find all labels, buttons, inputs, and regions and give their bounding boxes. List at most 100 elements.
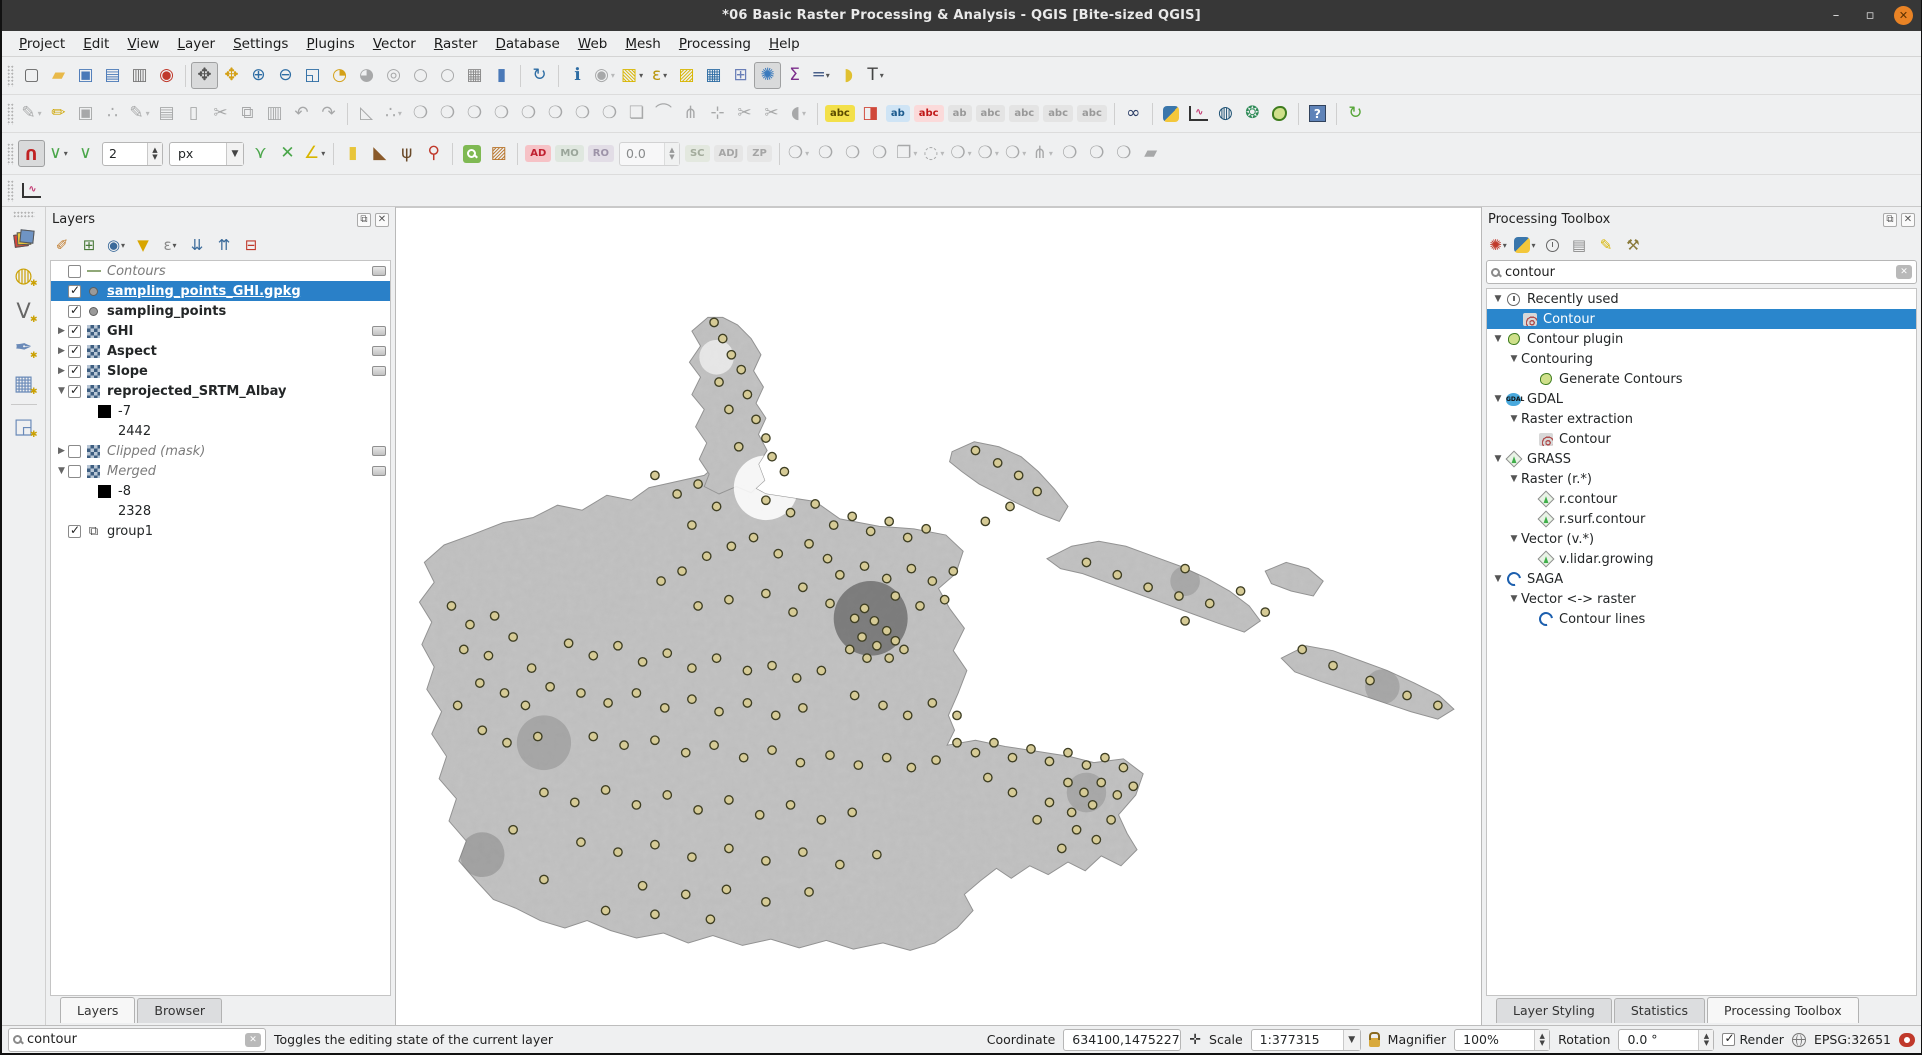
zoom-out-button[interactable]: ⊖	[272, 62, 299, 89]
menu-layer[interactable]: Layer	[168, 33, 224, 55]
new-mesh-layer-button[interactable]: ▦✱	[9, 368, 39, 398]
coordinate-capture-icon[interactable]: ✛	[1189, 1032, 1201, 1048]
layer-aspect[interactable]: ▶Aspect	[51, 341, 390, 361]
edit-features-in-place-button[interactable]: ✎	[1594, 233, 1618, 257]
crs-status[interactable]: EPSG:32651	[1814, 1032, 1891, 1047]
dropdown-arrow-icon[interactable]: ▾	[802, 109, 806, 118]
menu-plugins[interactable]: Plugins	[297, 33, 363, 55]
spin-arrows-icon[interactable]: ▲▼	[147, 143, 162, 165]
layout-manager-button[interactable]: ▥	[126, 62, 153, 89]
map-tips-button[interactable]: ◗	[835, 62, 862, 89]
dropdown-arrow-icon[interactable]: ▾	[173, 241, 177, 250]
new-temporary-scratch-layer-button[interactable]: ✒✱	[9, 332, 39, 362]
statistical-summary-button[interactable]: Σ	[781, 62, 808, 89]
legend-srtm-min[interactable]: -7	[51, 401, 390, 421]
tab-processing-toolbox[interactable]: Processing Toolbox	[1707, 997, 1859, 1023]
toolbox-search-input[interactable]	[1505, 265, 1891, 280]
osm-edit-button[interactable]: ▨	[485, 140, 512, 167]
messages-icon[interactable]	[1899, 1033, 1915, 1047]
rotation-spin[interactable]: 0.0 ° ▲▼	[1618, 1029, 1714, 1051]
dropdown-arrow-icon[interactable]: ▾	[321, 149, 325, 158]
menu-edit[interactable]: Edit	[74, 33, 118, 55]
dropdown-arrow-icon[interactable]: ▾	[1022, 149, 1026, 158]
profile-tool-button[interactable]: ∿	[1185, 100, 1212, 127]
select-features-button[interactable]: ▧▾	[618, 62, 646, 89]
models-menu-button[interactable]: ✺▾	[1486, 233, 1510, 257]
layer-visibility-checkbox[interactable]	[68, 525, 81, 538]
expander-icon[interactable]: ▶	[55, 326, 68, 336]
legend-merged-max[interactable]: 2328	[51, 501, 390, 521]
zoom-last-button[interactable]: ◔	[326, 62, 353, 89]
chevron-down-icon[interactable]: ▼	[226, 143, 243, 165]
lock-scale-icon[interactable]	[1369, 1038, 1380, 1047]
alg-v-lidar-growing[interactable]: v.lidar.growing	[1487, 549, 1916, 569]
menu-project[interactable]: Project	[10, 33, 74, 55]
dropdown-arrow-icon[interactable]: ▾	[1503, 241, 1507, 250]
statistics-abacus-button[interactable]: ⊞	[727, 62, 754, 89]
layer-indicator-icon[interactable]	[372, 366, 386, 376]
new-project-button[interactable]: ▢	[18, 62, 45, 89]
dropdown-arrow-icon[interactable]: ▾	[940, 149, 944, 158]
spin-arrows-icon[interactable]: ▲▼	[664, 143, 679, 165]
group-recently-used[interactable]: ▼Recently used	[1487, 289, 1916, 309]
menu-view[interactable]: View	[118, 33, 168, 55]
toolbar-grip[interactable]	[7, 180, 14, 202]
pin-labels-icon[interactable]: ab	[886, 105, 910, 122]
legend-srtm-max[interactable]: 2442	[51, 421, 390, 441]
open-attribute-table-button[interactable]: ▦	[700, 62, 727, 89]
map-canvas[interactable]	[396, 207, 1481, 1025]
clear-locator-icon[interactable]: ✕	[245, 1033, 261, 1047]
dropdown-arrow-icon[interactable]: ▾	[826, 71, 830, 80]
open-project-button[interactable]: ▰	[45, 62, 72, 89]
group-contouring[interactable]: ▼Contouring	[1487, 349, 1916, 369]
highlight-pinned-labels-icon[interactable]: abc	[914, 105, 944, 122]
expander-icon[interactable]: ▶	[55, 446, 68, 456]
dropdown-arrow-icon[interactable]: ▾	[913, 149, 917, 158]
menu-settings[interactable]: Settings	[224, 33, 297, 55]
pan-map-to-selection-button[interactable]: ✥	[218, 62, 245, 89]
layer-visibility-checkbox[interactable]	[68, 285, 81, 298]
expand-all-button[interactable]: ⇊	[185, 233, 209, 257]
layer-visibility-checkbox[interactable]	[68, 365, 81, 378]
layer-indicator-icon[interactable]	[372, 346, 386, 356]
manage-map-themes-button[interactable]: ◉▾	[104, 233, 128, 257]
layer-merged[interactable]: ▼Merged	[51, 461, 390, 481]
clear-search-icon[interactable]: ✕	[1896, 265, 1912, 279]
cad-value-spin[interactable]: 0.0▲▼	[619, 142, 680, 166]
dropdown-arrow-icon[interactable]: ▾	[805, 149, 809, 158]
layer-indicator-icon[interactable]	[372, 446, 386, 456]
toolbar-grip[interactable]	[13, 211, 35, 218]
profile-plot-tool-button[interactable]: ∿	[18, 177, 45, 204]
python-console-button[interactable]	[1158, 100, 1185, 127]
dropdown-arrow-icon[interactable]: ▾	[611, 71, 615, 80]
layer-visibility-checkbox[interactable]	[68, 345, 81, 358]
dropdown-arrow-icon[interactable]: ▾	[1531, 241, 1535, 250]
dropdown-arrow-icon[interactable]: ▾	[663, 71, 667, 80]
enable-snapping-button[interactable]: U	[18, 140, 45, 167]
expander-icon[interactable]: ▼	[1491, 294, 1505, 304]
dropdown-arrow-icon[interactable]: ▾	[1049, 149, 1053, 158]
menu-database[interactable]: Database	[486, 33, 568, 55]
measure-line-button[interactable]: ═▾	[808, 62, 835, 89]
expander-icon[interactable]: ▼	[1507, 354, 1521, 364]
float-panel-icon[interactable]: ⧉	[357, 213, 371, 227]
expander-icon[interactable]: ▼	[1507, 474, 1521, 484]
group-raster-extraction[interactable]: ▼Raster extraction	[1487, 409, 1916, 429]
menu-vector[interactable]: Vector	[364, 33, 425, 55]
layer-visibility-checkbox[interactable]	[68, 265, 81, 278]
new-3d-map-view-button[interactable]: ▮	[488, 62, 515, 89]
zoom-full-button[interactable]: ◱	[299, 62, 326, 89]
new-virtual-layer-button[interactable]: ◲✱	[9, 411, 39, 441]
new-geopackage-layer-button[interactable]: ◍✱	[9, 260, 39, 290]
spin-arrows-icon[interactable]: ▲▼	[1534, 1030, 1549, 1050]
layer-sampling-points-ghi[interactable]: sampling_points_GHI.gpkg	[51, 281, 390, 301]
close-button[interactable]: ✕	[1894, 6, 1913, 25]
expander-icon[interactable]: ▼	[55, 466, 68, 476]
azimuth-distance-button[interactable]: ◣	[366, 140, 393, 167]
remove-layer-button[interactable]: ⊟	[239, 233, 263, 257]
collapse-all-button[interactable]: ⇈	[212, 233, 236, 257]
avoid-overlap-button[interactable]: ∠▾	[301, 140, 328, 167]
menu-web[interactable]: Web	[569, 33, 616, 55]
layer-visibility-checkbox[interactable]	[68, 445, 81, 458]
identify-features-button[interactable]: ℹ	[564, 62, 591, 89]
